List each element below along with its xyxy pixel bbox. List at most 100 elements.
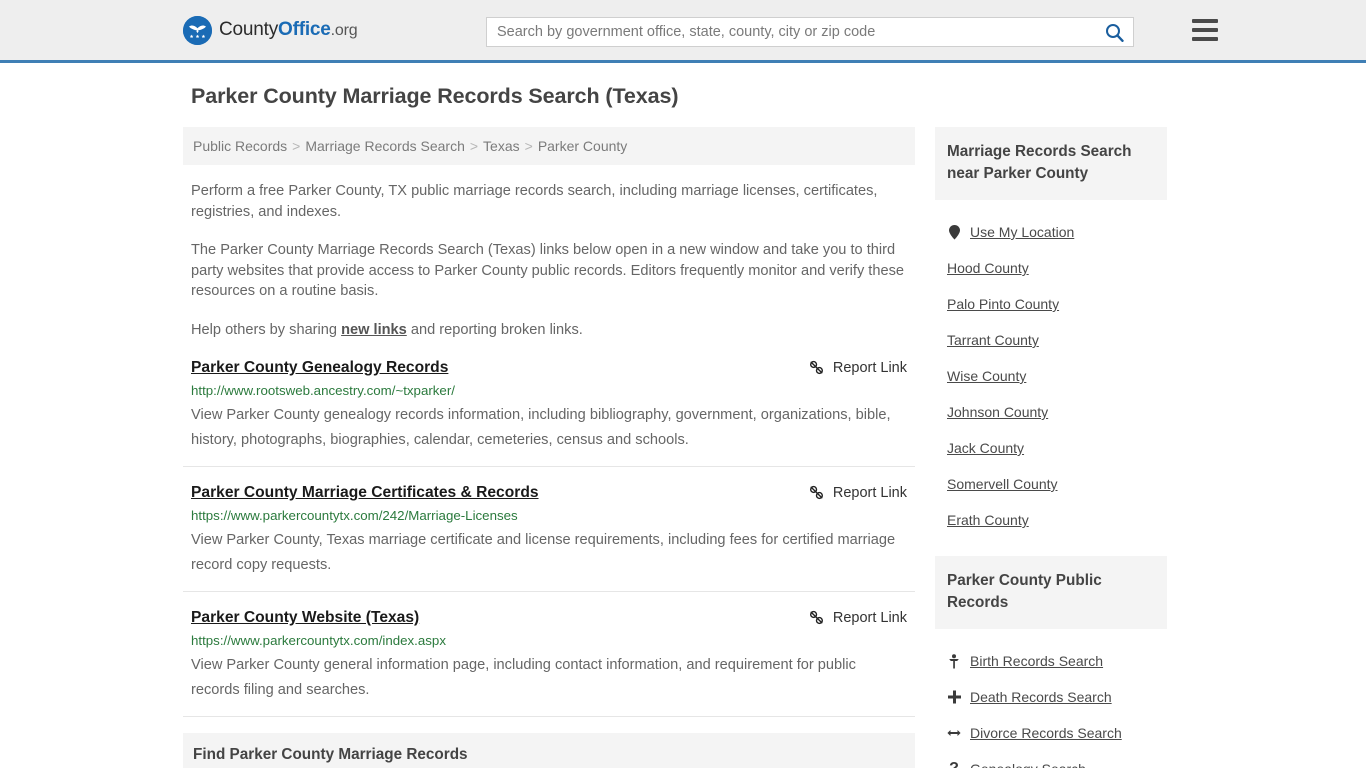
sidebar-link-label[interactable]: Wise County xyxy=(947,368,1026,384)
result-item: Parker County Website (Texas) Report Lin… xyxy=(183,608,915,717)
share-links-paragraph: Help others by sharing new links and rep… xyxy=(183,320,915,341)
cross-icon xyxy=(947,690,961,704)
sidebar-link-label[interactable]: Genealogy Search xyxy=(970,761,1086,768)
sidebar-item-divorce-records-search[interactable]: Divorce Records Search xyxy=(935,715,1167,751)
find-records-section-header: Find Parker County Marriage Records xyxy=(183,733,915,768)
result-url[interactable]: https://www.parkercountytx.com/index.asp… xyxy=(191,632,907,650)
sidebar-link-label[interactable]: Tarrant County xyxy=(947,332,1039,348)
report-link-label: Report Link xyxy=(832,609,907,626)
result-description: View Parker County genealogy records inf… xyxy=(191,407,891,448)
breadcrumb-separator: > xyxy=(469,138,479,154)
hamburger-bar xyxy=(1192,28,1218,32)
site-logo-text: CountyOffice.org xyxy=(219,19,358,41)
sidebar-nearby-heading: Marriage Records Search near Parker Coun… xyxy=(947,143,1132,182)
county-office-logo-icon xyxy=(183,15,212,45)
main-column: Public Records > Marriage Records Search > T… xyxy=(183,127,915,768)
report-link-label: Report Link xyxy=(832,359,907,376)
site-header: CountyOffice.org xyxy=(0,0,1366,63)
breadcrumb-separator: > xyxy=(524,138,533,154)
sidebar-link-label[interactable]: Hood County xyxy=(947,260,1029,276)
sidebar-link-label[interactable]: Death Records Search xyxy=(970,689,1112,705)
sidebar-item-jack-county[interactable]: Jack County xyxy=(935,430,1167,466)
sidebar-link-label[interactable]: Somervell County xyxy=(947,476,1058,492)
search-bar[interactable] xyxy=(486,17,1134,47)
hamburger-bar xyxy=(1192,19,1218,23)
broken-link-icon xyxy=(809,610,823,625)
breadcrumb-separator: > xyxy=(292,138,301,154)
sidebar-item-hood-county[interactable]: Hood County xyxy=(935,250,1167,286)
sidebar-public-records-list: Birth Records Search Death Records Searc… xyxy=(935,629,1167,768)
page-title: Parker County Marriage Records Search (T… xyxy=(191,84,679,108)
sidebar-item-genealogy-search[interactable]: ? Genealogy Search xyxy=(935,751,1167,768)
site-logo-link[interactable]: CountyOffice.org xyxy=(183,15,358,45)
sidebar-item-wise-county[interactable]: Wise County xyxy=(935,358,1167,394)
sidebar-link-label[interactable]: Use My Location xyxy=(970,224,1074,240)
report-link-button[interactable]: Report Link xyxy=(808,359,907,376)
broken-link-icon xyxy=(809,360,823,375)
result-item: Parker County Marriage Certificates & Re… xyxy=(183,483,915,592)
sidebar-item-death-records-search[interactable]: Death Records Search xyxy=(935,679,1167,715)
question-mark-icon: ? xyxy=(947,760,961,768)
header-inner: CountyOffice.org xyxy=(183,0,1218,60)
result-description: View Parker County general information p… xyxy=(191,657,856,698)
result-header: Parker County Genealogy Records Report L… xyxy=(191,358,907,378)
logo-text-county: County xyxy=(219,19,279,40)
result-header: Parker County Marriage Certificates & Re… xyxy=(191,483,907,503)
hamburger-menu-icon[interactable] xyxy=(1192,19,1218,41)
sidebar-public-records-heading: Parker County Public Records xyxy=(947,572,1102,611)
sidebar-item-somervell-county[interactable]: Somervell County xyxy=(935,466,1167,502)
share-prefix: Help others by sharing xyxy=(191,321,342,338)
sidebar-link-label[interactable]: Palo Pinto County xyxy=(947,296,1059,312)
search-icon xyxy=(1105,23,1124,42)
sidebar-item-tarrant-county[interactable]: Tarrant County xyxy=(935,322,1167,358)
result-description: View Parker County, Texas marriage certi… xyxy=(191,532,896,573)
content-columns: Public Records > Marriage Records Search > T… xyxy=(183,127,1183,768)
sidebar: Marriage Records Search near Parker Coun… xyxy=(935,127,1167,768)
sidebar-link-label[interactable]: Divorce Records Search xyxy=(970,725,1122,741)
result-item: Parker County Genealogy Records Report L… xyxy=(183,358,915,467)
logo-text-org: .org xyxy=(330,22,358,39)
result-title-link[interactable]: Parker County Marriage Certificates & Re… xyxy=(191,483,539,503)
search-button[interactable] xyxy=(1095,18,1133,46)
breadcrumb-item-public-records[interactable]: Public Records xyxy=(193,138,287,154)
report-link-label: Report Link xyxy=(832,484,907,501)
breadcrumb-item-texas[interactable]: Texas xyxy=(483,138,520,154)
result-url[interactable]: https://www.parkercountytx.com/242/Marri… xyxy=(191,507,907,525)
sidebar-item-birth-records-search[interactable]: Birth Records Search xyxy=(935,643,1167,679)
sidebar-item-palo-pinto-county[interactable]: Palo Pinto County xyxy=(935,286,1167,322)
page-container: Parker County Marriage Records Search (T… xyxy=(183,63,1183,768)
sidebar-item-johnson-county[interactable]: Johnson County xyxy=(935,394,1167,430)
search-input[interactable] xyxy=(487,18,1095,46)
logo-text-office: Office xyxy=(278,19,331,40)
result-header: Parker County Website (Texas) Report Lin… xyxy=(191,608,907,628)
sidebar-item-use-my-location[interactable]: Use My Location xyxy=(935,214,1167,250)
sidebar-nearby-list: Use My Location Hood County Palo Pinto C… xyxy=(935,200,1167,538)
map-pin-icon xyxy=(947,224,961,240)
result-url[interactable]: http://www.rootsweb.ancestry.com/~txpark… xyxy=(191,382,907,400)
sidebar-link-label[interactable]: Jack County xyxy=(947,440,1024,456)
new-links-link[interactable]: new links xyxy=(341,322,407,338)
report-link-button[interactable]: Report Link xyxy=(808,484,907,501)
result-title-link[interactable]: Parker County Website (Texas) xyxy=(191,608,419,628)
hamburger-bar xyxy=(1192,37,1218,41)
sidebar-public-records-header: Parker County Public Records xyxy=(935,556,1167,629)
intro-text: Perform a free Parker County, TX public … xyxy=(183,181,915,340)
intro-paragraph-1: Perform a free Parker County, TX public … xyxy=(191,183,878,220)
sidebar-item-erath-county[interactable]: Erath County xyxy=(935,502,1167,538)
broken-link-icon xyxy=(809,485,823,500)
find-records-heading: Find Parker County Marriage Records xyxy=(193,746,468,763)
left-right-arrow-icon xyxy=(947,727,961,739)
sidebar-nearby-header: Marriage Records Search near Parker Coun… xyxy=(935,127,1167,200)
baby-icon xyxy=(947,653,961,669)
breadcrumb-item-parker-county[interactable]: Parker County xyxy=(538,138,627,154)
sidebar-link-label[interactable]: Johnson County xyxy=(947,404,1048,420)
breadcrumb: Public Records > Marriage Records Search > T… xyxy=(183,127,915,165)
report-link-button[interactable]: Report Link xyxy=(808,609,907,626)
sidebar-link-label[interactable]: Erath County xyxy=(947,512,1029,528)
result-title-link[interactable]: Parker County Genealogy Records xyxy=(191,358,448,378)
sidebar-link-label[interactable]: Birth Records Search xyxy=(970,653,1103,669)
breadcrumb-item-marriage-records-search[interactable]: Marriage Records Search xyxy=(305,138,465,154)
intro-paragraph-2: The Parker County Marriage Records Searc… xyxy=(191,242,904,299)
share-suffix: and reporting broken links. xyxy=(406,321,583,338)
